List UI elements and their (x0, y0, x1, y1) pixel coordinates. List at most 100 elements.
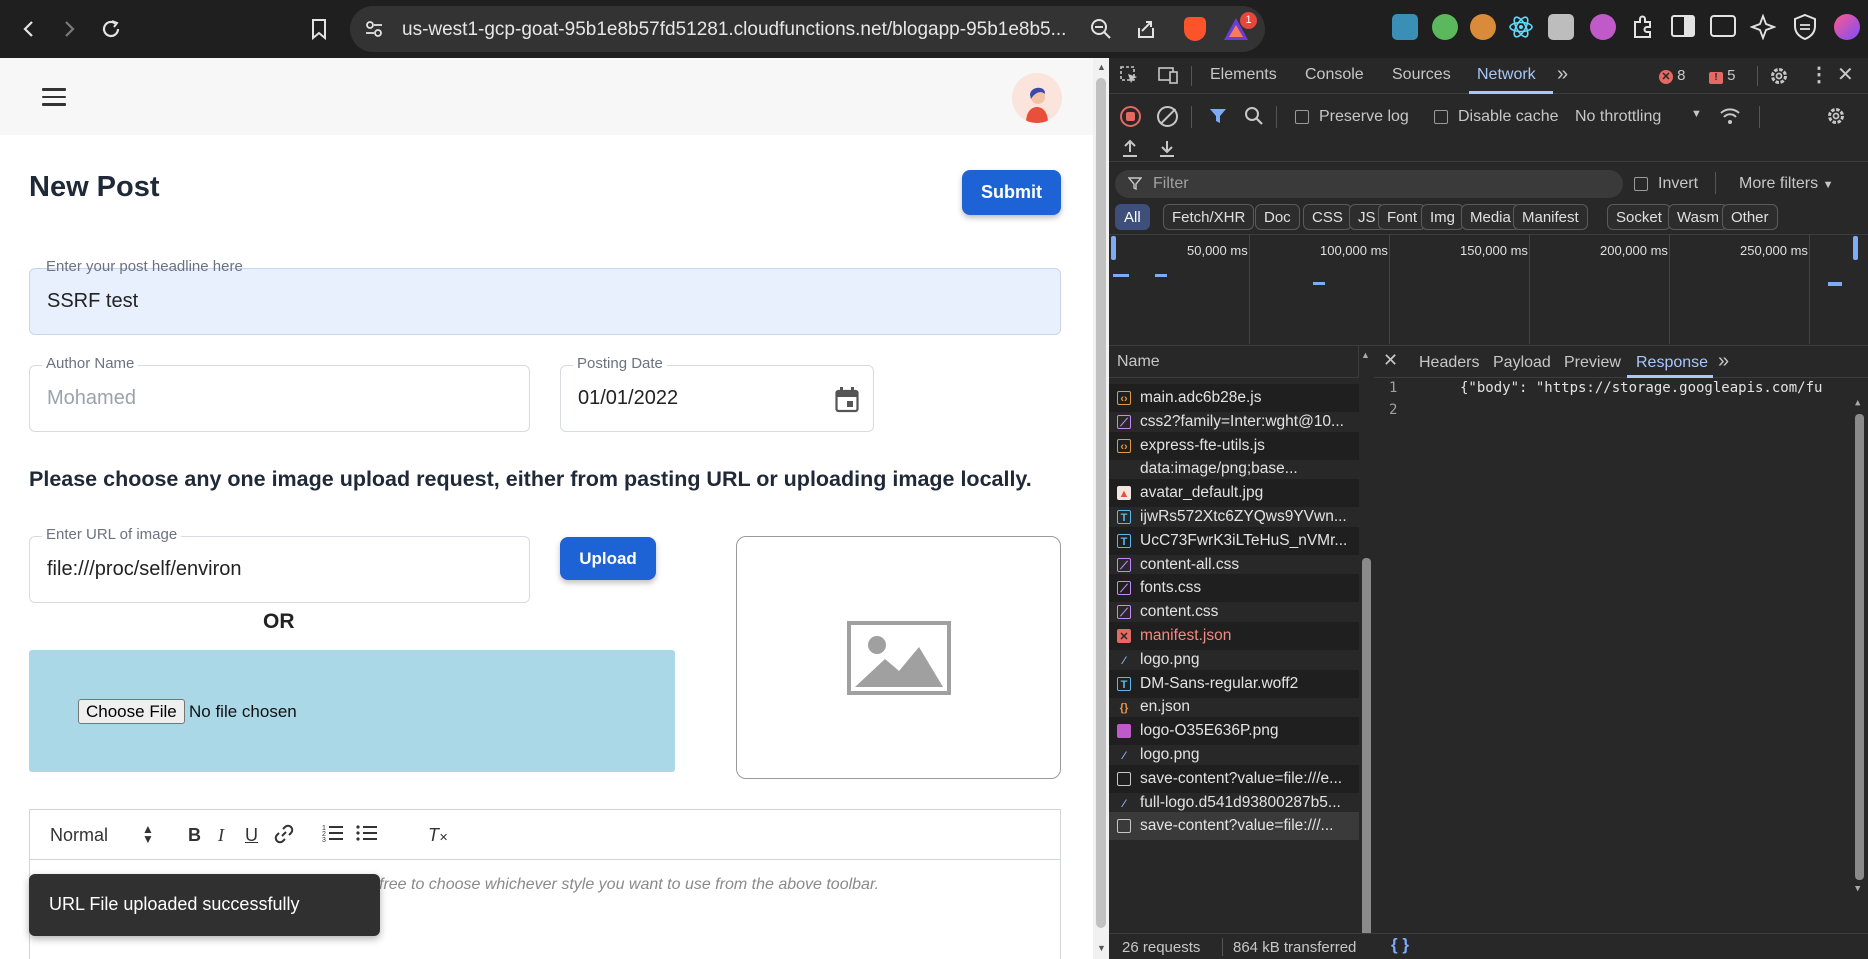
more-detail-tabs-icon[interactable]: » (1718, 350, 1729, 373)
more-filters-dropdown[interactable]: More filters ▼ (1739, 175, 1833, 193)
invert-checkbox[interactable] (1634, 177, 1648, 191)
bookmark-icon[interactable] (302, 12, 336, 46)
brave-rewards-icon[interactable]: 1 (1222, 12, 1257, 48)
filter-input[interactable]: Filter (1115, 170, 1623, 198)
format-select[interactable]: Normal ▲ ▼ (50, 823, 154, 846)
list-scroll-up-icon[interactable]: ▲ (1361, 350, 1370, 360)
filter-chip-socket[interactable]: Socket (1607, 204, 1671, 230)
inspect-element-icon[interactable] (1119, 65, 1139, 85)
author-field[interactable]: Author Name Mohamed (29, 355, 530, 432)
preserve-log-checkbox[interactable] (1295, 110, 1309, 124)
clear-log-icon[interactable] (1157, 106, 1178, 127)
posting-date-value[interactable]: 01/01/2022 (578, 387, 678, 410)
sidebar-icon[interactable] (1671, 15, 1695, 37)
filter-chip-manifest[interactable]: Manifest (1513, 204, 1588, 230)
warning-counter[interactable]: ! 5 (1709, 67, 1736, 84)
filter-chip-font[interactable]: Font (1378, 204, 1427, 230)
user-avatar[interactable] (1012, 73, 1062, 123)
timeline-handle-right[interactable] (1853, 236, 1858, 260)
response-scroll-down-icon[interactable]: ▼ (1855, 884, 1860, 894)
filter-chip-css[interactable]: CSS (1303, 204, 1352, 230)
error-counter[interactable]: ✕ 8 (1659, 67, 1686, 84)
detail-tab-headers[interactable]: Headers (1419, 354, 1479, 372)
tab-sources[interactable]: Sources (1392, 66, 1451, 84)
record-icon[interactable] (1120, 106, 1141, 127)
italic-icon[interactable]: I (218, 825, 224, 846)
settings-gear-icon[interactable] (1768, 65, 1790, 87)
import-har-icon[interactable] (1120, 138, 1140, 158)
reader-icon[interactable] (1548, 14, 1574, 40)
image-url-value[interactable]: file:///proc/self/environ (47, 558, 242, 581)
tab-console[interactable]: Console (1305, 66, 1364, 84)
filter-chip-doc[interactable]: Doc (1255, 204, 1300, 230)
calendar-icon[interactable] (835, 387, 859, 418)
page-scrollbar-thumb[interactable] (1096, 78, 1106, 928)
scroll-down-icon[interactable]: ▼ (1097, 943, 1106, 953)
editor-placeholder[interactable]: free to choose whichever style you want … (379, 876, 879, 894)
filter-chip-other[interactable]: Other (1722, 204, 1778, 230)
network-settings-icon[interactable] (1825, 105, 1847, 127)
bold-icon[interactable]: B (188, 825, 201, 846)
extension-icon-3[interactable] (1470, 14, 1496, 40)
pretty-print-icon[interactable]: { } (1391, 935, 1409, 955)
more-tabs-icon[interactable]: » (1557, 63, 1568, 86)
site-settings-icon[interactable] (364, 19, 384, 44)
zoom-icon[interactable] (1090, 18, 1112, 45)
link-icon[interactable] (274, 824, 294, 849)
react-devtools-icon[interactable] (1508, 14, 1534, 45)
page-scrollbar[interactable]: ▲ ▼ (1093, 58, 1109, 959)
tab-network[interactable]: Network (1477, 66, 1536, 84)
profile-avatar[interactable] (1834, 14, 1860, 40)
underline-icon[interactable]: U (245, 825, 258, 846)
filter-chip-media[interactable]: Media (1461, 204, 1520, 230)
disable-cache-checkbox[interactable] (1434, 110, 1448, 124)
share-icon[interactable] (1135, 18, 1157, 45)
menu-icon[interactable] (42, 88, 66, 106)
device-toolbar-icon[interactable] (1157, 65, 1179, 85)
response-body[interactable]: 1 2 {"body": "https://storage.googleapis… (1374, 378, 1868, 959)
filter-chip-all[interactable]: All (1115, 204, 1150, 230)
response-scroll-up-icon[interactable]: ▲ (1855, 398, 1860, 408)
clear-format-icon[interactable]: T✕ (428, 825, 448, 846)
search-icon[interactable] (1244, 106, 1264, 126)
name-column-header[interactable]: Name (1109, 346, 1359, 378)
detail-tab-payload[interactable]: Payload (1493, 354, 1551, 372)
choose-file-button[interactable]: Choose File (78, 699, 185, 724)
detail-tab-response[interactable]: Response (1636, 354, 1708, 372)
leo-ai-icon[interactable] (1749, 13, 1777, 45)
url-text[interactable]: us-west1-gcp-goat-95b1e8b57fd51281.cloud… (402, 19, 1082, 41)
address-bar[interactable]: us-west1-gcp-goat-95b1e8b57fd51281.cloud… (350, 6, 1265, 52)
filter-chip-fetchxhr[interactable]: Fetch/XHR (1163, 204, 1255, 230)
detail-tab-preview[interactable]: Preview (1564, 354, 1621, 372)
network-conditions-icon[interactable] (1719, 106, 1741, 126)
extensions-puzzle-icon[interactable] (1630, 14, 1656, 45)
close-devtools-icon[interactable]: ✕ (1837, 62, 1854, 87)
upload-button[interactable]: Upload (560, 537, 656, 580)
response-vscroll-thumb[interactable] (1855, 414, 1864, 880)
submit-button[interactable]: Submit (962, 170, 1061, 215)
forward-icon[interactable] (52, 12, 86, 46)
more-options-icon[interactable]: ⋮ (1809, 62, 1829, 87)
filter-funnel-icon[interactable] (1209, 107, 1227, 125)
back-icon[interactable] (12, 12, 46, 46)
scroll-up-icon[interactable]: ▲ (1097, 62, 1106, 72)
export-har-icon[interactable] (1157, 138, 1177, 158)
bullet-list-icon[interactable] (356, 823, 378, 848)
throttling-select[interactable]: No throttling (1575, 108, 1661, 126)
filter-chip-img[interactable]: Img (1421, 204, 1465, 230)
extension-icon-4[interactable] (1590, 14, 1616, 40)
headline-value[interactable]: SSRF test (47, 290, 138, 313)
image-url-field[interactable]: Enter URL of image file:///proc/self/env… (29, 526, 530, 603)
posting-date-field[interactable]: Posting Date 01/01/2022 (560, 355, 874, 432)
request-row[interactable]: save-content?value=file:///... (1109, 812, 1359, 841)
vpn-shield-icon[interactable] (1792, 13, 1818, 46)
throttling-dropdown-icon[interactable]: ▼ (1691, 108, 1702, 120)
timeline-handle-left[interactable] (1111, 236, 1116, 260)
extension-icon-1[interactable] (1392, 14, 1418, 40)
close-detail-icon[interactable]: ✕ (1383, 350, 1398, 371)
extension-icon-2[interactable] (1432, 14, 1458, 40)
request-list-scrollbar[interactable]: ▲ ▼ (1359, 346, 1374, 959)
ordered-list-icon[interactable]: 123 (322, 823, 344, 848)
wallet-icon[interactable] (1710, 15, 1736, 37)
author-placeholder[interactable]: Mohamed (47, 387, 136, 410)
